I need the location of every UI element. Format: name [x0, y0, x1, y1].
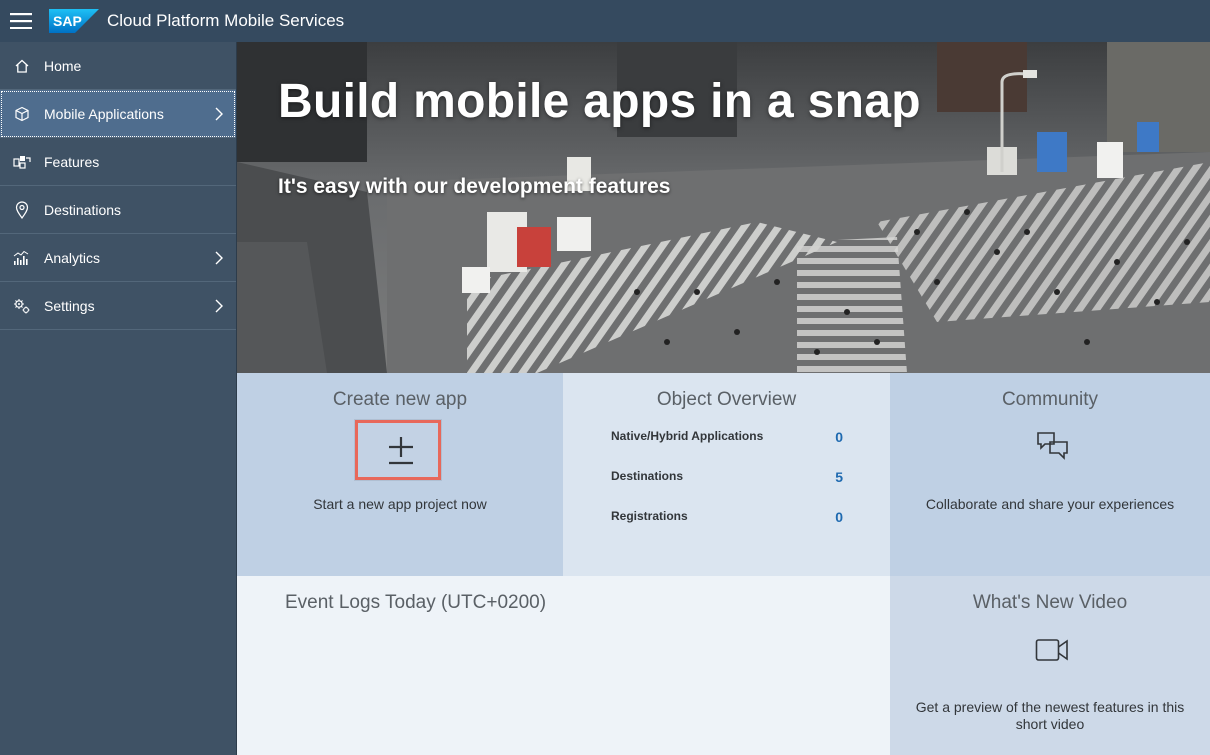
community-tile[interactable]: Community Collaborate and share your exp… — [890, 373, 1210, 576]
sidebar-item-label: Mobile Applications — [44, 105, 164, 122]
chevron-right-icon — [202, 107, 236, 121]
tile-description: Collaborate and share your experiences — [925, 496, 1175, 512]
chevron-right-icon — [202, 251, 236, 265]
shell-bar: SAP Cloud Platform Mobile Services — [0, 0, 1210, 42]
overview-row: Registrations 0 — [611, 509, 843, 525]
tile-title: What's New Video — [972, 592, 1128, 613]
add-icon — [389, 437, 413, 465]
sap-logo-text: SAP — [53, 13, 82, 29]
sidebar-item-settings[interactable]: Settings — [0, 282, 236, 330]
sidebar-item-label: Home — [44, 57, 82, 74]
sidebar-item-features[interactable]: Features — [0, 138, 236, 186]
tile-title: Object Overview — [656, 389, 797, 410]
video-camera-icon — [1035, 639, 1068, 661]
sidebar-item-label: Settings — [44, 297, 95, 314]
create-new-app-tile[interactable]: Create new app Start a new app project n… — [237, 373, 563, 576]
sidebar-item-label: Destinations — [44, 201, 122, 218]
settings-gears-icon — [0, 298, 44, 314]
overview-row: Native/Hybrid Applications 0 — [611, 429, 843, 445]
sidebar-item-mobile-applications[interactable]: Mobile Applications — [0, 90, 236, 138]
analytics-icon — [0, 250, 44, 266]
object-overview-tile: Object Overview Native/Hybrid Applicatio… — [563, 373, 890, 576]
features-icon — [0, 154, 44, 170]
tile-description: Get a preview of the newest features in … — [915, 699, 1185, 732]
sidebar-item-label: Analytics — [44, 249, 101, 266]
hero-subtitle: It's easy with our development features — [278, 175, 671, 198]
chevron-right-icon — [202, 299, 236, 313]
overview-row-value[interactable]: 5 — [835, 469, 843, 485]
whats-new-video-tile[interactable]: What's New Video Get a preview of the ne… — [890, 576, 1210, 755]
overview-row: Destinations 5 — [611, 469, 843, 485]
sidebar-item-analytics[interactable]: Analytics — [0, 234, 236, 282]
sidebar-item-home[interactable]: Home — [0, 42, 236, 90]
sidebar-item-label: Features — [44, 153, 100, 170]
map-pin-icon — [0, 200, 44, 219]
overview-row-value[interactable]: 0 — [835, 429, 843, 445]
hamburger-icon — [10, 13, 32, 29]
tile-title: Community — [1001, 389, 1099, 410]
hero-title: Build mobile apps in a snap — [278, 75, 921, 128]
create-new-app-button[interactable] — [355, 420, 441, 480]
tile-title: Event Logs Today (UTC+0200) — [285, 592, 547, 613]
tile-title: Create new app — [332, 389, 468, 410]
cube-icon — [0, 106, 44, 122]
side-navigation: Home Mobile Applications Features Destin… — [0, 42, 237, 755]
sap-logo[interactable]: SAP — [49, 9, 99, 33]
app-title: Cloud Platform Mobile Services — [107, 11, 345, 30]
event-logs-tile: Event Logs Today (UTC+0200) — [237, 576, 890, 755]
home-icon — [0, 58, 44, 74]
overview-row-value[interactable]: 0 — [835, 509, 843, 525]
tile-description: Start a new app project now — [313, 496, 487, 512]
discussion-bubbles-icon — [1037, 432, 1068, 460]
overview-row-label: Destinations — [611, 469, 684, 483]
hero-banner: Build mobile apps in a snap It's easy wi… — [237, 42, 1210, 373]
hamburger-menu-button[interactable] — [0, 0, 42, 42]
overview-row-label: Native/Hybrid Applications — [611, 429, 764, 443]
overview-row-label: Registrations — [611, 509, 688, 523]
sidebar-item-destinations[interactable]: Destinations — [0, 186, 236, 234]
